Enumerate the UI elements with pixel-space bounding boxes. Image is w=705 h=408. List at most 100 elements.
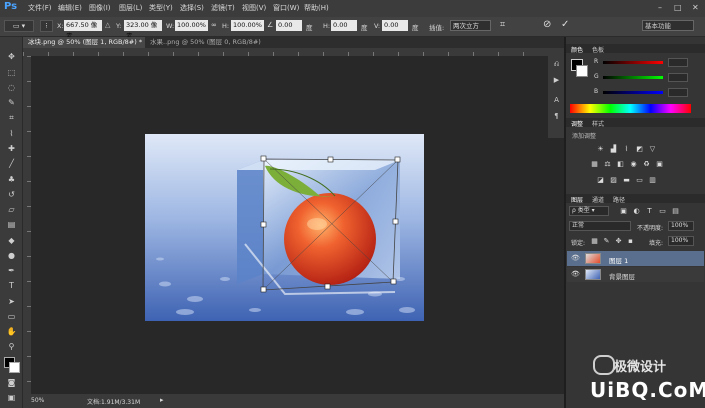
width-field[interactable]: 100.00%: [175, 20, 208, 31]
filter-shape-icon[interactable]: ▭: [658, 207, 667, 215]
pen-tool-icon[interactable]: ✒: [5, 266, 18, 276]
r-value[interactable]: [668, 58, 688, 67]
dodge-tool-icon[interactable]: ●: [5, 251, 18, 261]
maximize-button[interactable]: □: [674, 3, 682, 12]
menu-type[interactable]: 类型(Y): [149, 3, 173, 13]
background-color-swatch[interactable]: [9, 362, 20, 373]
tab-paths[interactable]: 路径: [613, 195, 625, 204]
photo-filter-icon[interactable]: ◉: [629, 160, 638, 168]
document-size[interactable]: 文档:1.91M/3.31M: [87, 397, 140, 406]
color-bg-swatch[interactable]: [576, 65, 588, 77]
blend-mode-select[interactable]: 正常: [569, 221, 631, 231]
commit-transform-icon[interactable]: ✓: [561, 19, 569, 30]
link-icon[interactable]: ∞: [211, 21, 217, 29]
menu-layer[interactable]: 图层(L): [119, 3, 142, 13]
tab-layers[interactable]: 图层: [571, 195, 583, 204]
tab-channels[interactable]: 通道: [592, 195, 604, 204]
curves-icon[interactable]: ⌇: [622, 145, 631, 153]
lock-transparency-icon[interactable]: ▦: [590, 237, 599, 245]
tool-preset-picker[interactable]: ▭ ▾: [4, 20, 34, 32]
angle-field[interactable]: 0.00: [276, 20, 302, 31]
screen-mode-icon[interactable]: ▣: [5, 393, 18, 403]
minimize-button[interactable]: –: [658, 3, 662, 12]
invert-icon[interactable]: ◪: [596, 176, 605, 184]
blur-tool-icon[interactable]: ◆: [5, 236, 18, 246]
r-slider[interactable]: [603, 61, 663, 64]
relative-position-icon[interactable]: △: [105, 21, 110, 29]
zoom-level[interactable]: 50%: [31, 397, 44, 404]
menu-window[interactable]: 窗口(W): [273, 3, 299, 13]
levels-icon[interactable]: ▟: [609, 145, 618, 153]
lock-position-icon[interactable]: ✥: [614, 237, 623, 245]
x-field[interactable]: 667.50 像素: [64, 20, 102, 40]
brightness-icon[interactable]: ☀: [596, 145, 605, 153]
status-arrow-icon[interactable]: ▸: [160, 396, 164, 404]
healing-brush-tool-icon[interactable]: ✚: [5, 144, 18, 154]
marquee-tool-icon[interactable]: ⬚: [5, 68, 18, 78]
menu-edit[interactable]: 编辑(E): [58, 3, 82, 13]
lock-pixels-icon[interactable]: ✎: [602, 237, 611, 245]
quick-select-tool-icon[interactable]: ✎: [5, 98, 18, 108]
zoom-tool-icon[interactable]: ⚲: [5, 342, 18, 352]
filter-smart-icon[interactable]: ▤: [671, 207, 680, 215]
eyedropper-tool-icon[interactable]: ⌇: [5, 129, 18, 139]
tab-adjustments[interactable]: 调整: [571, 119, 583, 128]
menu-select[interactable]: 选择(S): [180, 3, 204, 13]
brush-tool-icon[interactable]: ╱: [5, 159, 18, 169]
close-window-button[interactable]: ✕: [692, 3, 699, 12]
tab-ice-document[interactable]: 冰块.png @ 50% (图层 1, RGB/8#) * ×: [23, 37, 145, 57]
layer-name[interactable]: 背景图层: [609, 271, 635, 281]
visibility-eye-icon[interactable]: 👁: [571, 270, 580, 278]
v-skew-field[interactable]: 0.00: [382, 20, 408, 31]
layer-name[interactable]: 图层 1: [609, 255, 628, 265]
move-tool-icon[interactable]: ✥: [5, 52, 18, 62]
warp-mode-icon[interactable]: ⌗: [500, 20, 505, 30]
fill-field[interactable]: 100%: [668, 236, 694, 246]
y-field[interactable]: 323.00 像素: [124, 20, 162, 40]
type-tool-icon[interactable]: T: [5, 281, 18, 291]
tab-color[interactable]: 颜色: [571, 45, 583, 54]
hand-tool-icon[interactable]: ✋: [5, 327, 18, 337]
color-lookup-icon[interactable]: ▣: [655, 160, 664, 168]
height-field[interactable]: 100.00%: [231, 20, 264, 31]
interpolation-select[interactable]: 两次立方: [450, 20, 491, 31]
filter-type-icon[interactable]: T: [645, 207, 654, 215]
eraser-tool-icon[interactable]: ▱: [5, 205, 18, 215]
lasso-tool-icon[interactable]: ◌: [5, 83, 18, 93]
threshold-icon[interactable]: ▬: [622, 176, 631, 184]
menu-filter[interactable]: 滤镜(T): [211, 3, 235, 13]
gradient-tool-icon[interactable]: ▤: [5, 220, 18, 230]
actions-icon[interactable]: ▶: [551, 76, 562, 86]
layer-filter-select[interactable]: ρ 类型 ▾: [569, 206, 609, 216]
path-selection-tool-icon[interactable]: ➤: [5, 297, 18, 307]
layer-row[interactable]: 👁 背景图层: [567, 267, 704, 282]
visibility-eye-icon[interactable]: 👁: [571, 254, 580, 262]
black-white-icon[interactable]: ◧: [616, 160, 625, 168]
history-brush-tool-icon[interactable]: ↺: [5, 190, 18, 200]
color-spectrum[interactable]: [570, 104, 691, 113]
selective-color-icon[interactable]: ▥: [648, 176, 657, 184]
g-slider[interactable]: [603, 76, 663, 79]
character-icon[interactable]: A: [551, 96, 562, 106]
cancel-transform-icon[interactable]: ⊘: [543, 19, 551, 30]
exposure-icon[interactable]: ◩: [635, 145, 644, 153]
b-slider[interactable]: [603, 91, 663, 94]
tab-styles[interactable]: 样式: [592, 119, 604, 128]
vibrance-icon[interactable]: ▽: [648, 145, 657, 153]
hue-saturation-icon[interactable]: ▦: [590, 160, 599, 168]
channel-mixer-icon[interactable]: ♻: [642, 160, 651, 168]
history-icon[interactable]: ⎌: [551, 60, 562, 70]
gradient-map-icon[interactable]: ▭: [635, 176, 644, 184]
quick-mask-icon[interactable]: ◙: [5, 378, 18, 388]
paragraph-icon[interactable]: ¶: [551, 112, 562, 122]
posterize-icon[interactable]: ▨: [609, 176, 618, 184]
workspace-select[interactable]: 基本功能: [642, 20, 694, 31]
reference-point-icon[interactable]: ⁝: [40, 20, 53, 32]
crop-tool-icon[interactable]: ⌗: [5, 113, 18, 123]
filter-adjust-icon[interactable]: ◐: [632, 207, 641, 215]
menu-image[interactable]: 图像(I): [89, 3, 111, 13]
layer-row[interactable]: 👁 图层 1: [567, 251, 704, 266]
lock-all-icon[interactable]: ▪: [626, 237, 635, 245]
filter-pixel-icon[interactable]: ▣: [619, 207, 628, 215]
clone-stamp-tool-icon[interactable]: ♣: [5, 175, 18, 185]
